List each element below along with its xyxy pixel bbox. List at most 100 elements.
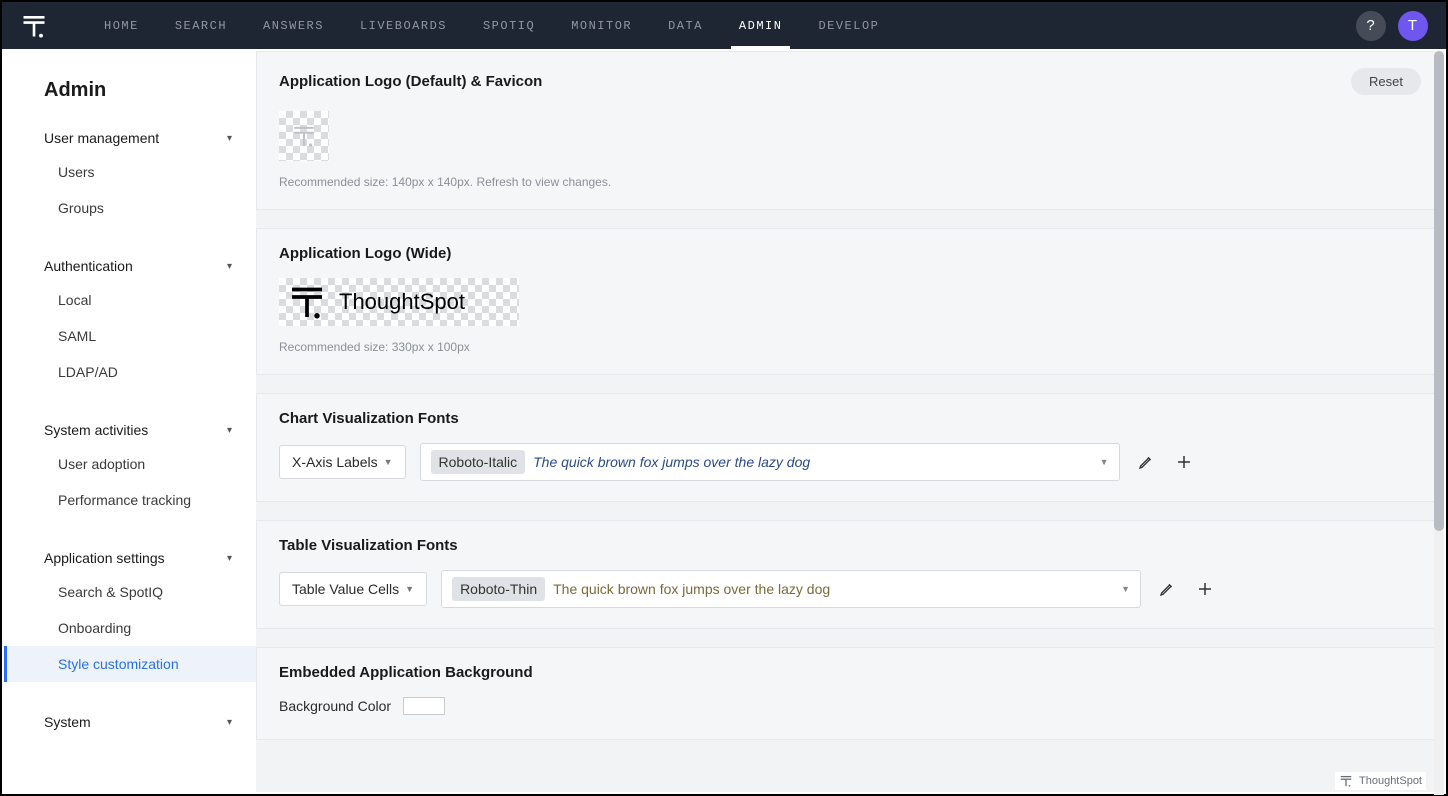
main-area: Admin User management ▾ Users Groups Aut…	[4, 51, 1444, 792]
sidebar-item-saml[interactable]: SAML	[4, 318, 256, 354]
add-font-button[interactable]	[1172, 450, 1196, 474]
pangram-text: The quick brown fox jumps over the lazy …	[553, 581, 830, 597]
sidebar-system: System ▾	[4, 706, 256, 738]
sidebar-label: Authentication	[44, 258, 133, 274]
panel-embedded-bg: Embedded Application Background Backgrou…	[256, 647, 1444, 740]
sidebar: Admin User management ▾ Users Groups Aut…	[4, 51, 256, 792]
top-right-controls: ? T	[1356, 11, 1428, 41]
nav-liveboards[interactable]: LIVEBOARDS	[360, 2, 447, 49]
sidebar-system-activities: System activities ▾ User adoption Perfor…	[4, 414, 256, 518]
edit-font-button[interactable]	[1134, 450, 1158, 474]
sidebar-item-local[interactable]: Local	[4, 282, 256, 318]
logo-default-preview[interactable]	[279, 111, 329, 161]
nav-spotiq[interactable]: SPOTIQ	[483, 2, 535, 49]
page-title: Admin	[4, 79, 256, 122]
background-color-swatch[interactable]	[403, 697, 445, 715]
panel-title-chart-fonts: Chart Visualization Fonts	[279, 410, 1421, 427]
help-button[interactable]: ?	[1356, 11, 1386, 41]
sidebar-label: System activities	[44, 422, 148, 438]
sidebar-head-system[interactable]: System ▾	[4, 706, 256, 738]
panel-chart-fonts: Chart Visualization Fonts X-Axis Labels …	[256, 393, 1444, 502]
nav-search[interactable]: SEARCH	[175, 2, 227, 49]
table-font-preview[interactable]: Roboto-Thin The quick brown fox jumps ov…	[441, 570, 1141, 608]
reset-button[interactable]: Reset	[1351, 68, 1421, 95]
sidebar-authentication: Authentication ▾ Local SAML LDAP/AD	[4, 250, 256, 390]
sidebar-application-settings: Application settings ▾ Search & SpotIQ O…	[4, 542, 256, 682]
table-font-row: Table Value Cells ▼ Roboto-Thin The quic…	[279, 570, 1421, 608]
nav-admin[interactable]: ADMIN	[739, 2, 783, 49]
nav-home[interactable]: HOME	[104, 2, 139, 49]
primary-nav: HOME SEARCH ANSWERS LIVEBOARDS SPOTIQ MO…	[104, 2, 879, 49]
sidebar-item-user-adoption[interactable]: User adoption	[4, 446, 256, 482]
panel-table-fonts: Table Visualization Fonts Table Value Ce…	[256, 520, 1444, 629]
sidebar-head-authentication[interactable]: Authentication ▾	[4, 250, 256, 282]
chevron-down-icon: ▾	[227, 717, 232, 728]
panel-title-table-fonts: Table Visualization Fonts	[279, 537, 1421, 554]
panel-logo-default: Application Logo (Default) & Favicon Res…	[256, 51, 1444, 210]
nav-monitor[interactable]: MONITOR	[571, 2, 632, 49]
pencil-icon	[1159, 581, 1175, 597]
scrollbar-track	[1434, 51, 1444, 795]
nav-data[interactable]: DATA	[668, 2, 703, 49]
panel-title-embedded-bg: Embedded Application Background	[279, 664, 1421, 681]
footer-brand-text: ThoughtSpot	[1359, 775, 1422, 787]
pangram-text: The quick brown fox jumps over the lazy …	[533, 454, 810, 470]
nav-answers[interactable]: ANSWERS	[263, 2, 324, 49]
sidebar-item-performance-tracking[interactable]: Performance tracking	[4, 482, 256, 518]
sidebar-item-onboarding[interactable]: Onboarding	[4, 610, 256, 646]
sidebar-head-application-settings[interactable]: Application settings ▾	[4, 542, 256, 574]
hint-logo-wide: Recommended size: 330px x 100px	[279, 340, 1421, 354]
chevron-down-icon: ▾	[227, 133, 232, 144]
logo-icon	[20, 12, 48, 40]
dropdown-label: Table Value Cells	[292, 581, 399, 597]
sidebar-item-style-customization[interactable]: Style customization	[4, 646, 256, 682]
logo-icon	[1339, 774, 1353, 788]
dropdown-label: X-Axis Labels	[292, 454, 378, 470]
sidebar-item-ldap[interactable]: LDAP/AD	[4, 354, 256, 390]
panel-logo-wide: Application Logo (Wide) ThoughtSpot Reco…	[256, 228, 1444, 375]
chevron-down-icon: ▾	[227, 261, 232, 272]
avatar[interactable]: T	[1398, 11, 1428, 41]
sidebar-label: User management	[44, 130, 159, 146]
nav-develop[interactable]: DEVELOP	[818, 2, 879, 49]
app-logo[interactable]	[20, 12, 48, 40]
edit-font-button[interactable]	[1155, 577, 1179, 601]
footer-brand: ThoughtSpot	[1335, 772, 1426, 790]
sidebar-user-management: User management ▾ Users Groups	[4, 122, 256, 226]
scrollbar-thumb[interactable]	[1434, 51, 1444, 531]
sidebar-label: Application settings	[44, 550, 165, 566]
background-color-label: Background Color	[279, 698, 391, 714]
font-chip: Roboto-Italic	[431, 450, 526, 474]
sidebar-item-search-spotiq[interactable]: Search & SpotIQ	[4, 574, 256, 610]
sidebar-item-users[interactable]: Users	[4, 154, 256, 190]
content-area: Application Logo (Default) & Favicon Res…	[256, 51, 1444, 792]
sidebar-item-groups[interactable]: Groups	[4, 190, 256, 226]
chevron-down-icon: ▾	[227, 553, 232, 564]
logo-placeholder-icon	[291, 123, 317, 149]
chevron-down-icon: ▾	[227, 425, 232, 436]
plus-icon	[1196, 580, 1214, 598]
logo-icon	[287, 282, 327, 322]
top-navbar: HOME SEARCH ANSWERS LIVEBOARDS SPOTIQ MO…	[2, 2, 1446, 49]
hint-logo-default: Recommended size: 140px x 140px. Refresh…	[279, 175, 1421, 189]
font-chip: Roboto-Thin	[452, 577, 545, 601]
caret-down-icon: ▼	[384, 457, 393, 467]
logo-wide-preview[interactable]: ThoughtSpot	[279, 278, 519, 326]
chart-font-preview[interactable]: Roboto-Italic The quick brown fox jumps …	[420, 443, 1120, 481]
plus-icon	[1175, 453, 1193, 471]
add-font-button[interactable]	[1193, 577, 1217, 601]
sidebar-head-system-activities[interactable]: System activities ▾	[4, 414, 256, 446]
caret-down-icon: ▼	[405, 584, 414, 594]
pencil-icon	[1138, 454, 1154, 470]
chart-font-row: X-Axis Labels ▼ Roboto-Italic The quick …	[279, 443, 1421, 481]
caret-down-icon: ▼	[1121, 584, 1130, 594]
panel-title-logo-default: Application Logo (Default) & Favicon	[279, 73, 542, 90]
caret-down-icon: ▼	[1100, 457, 1109, 467]
panel-title-logo-wide: Application Logo (Wide)	[279, 245, 451, 262]
chart-label-selector[interactable]: X-Axis Labels ▼	[279, 445, 406, 479]
table-cell-selector[interactable]: Table Value Cells ▼	[279, 572, 427, 606]
sidebar-head-user-management[interactable]: User management ▾	[4, 122, 256, 154]
background-color-row: Background Color	[279, 697, 1421, 715]
sidebar-label: System	[44, 714, 91, 730]
wide-logo-text: ThoughtSpot	[339, 289, 465, 315]
